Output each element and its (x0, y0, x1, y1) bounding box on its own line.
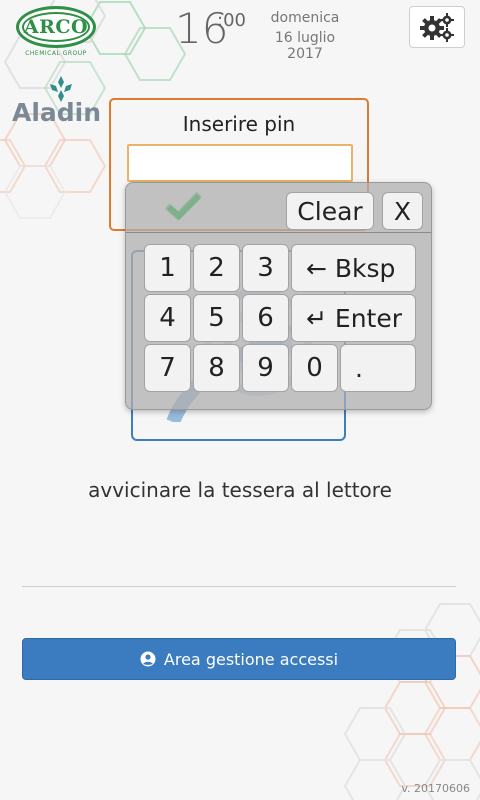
key-9[interactable]: 9 (242, 344, 289, 392)
key-3[interactable]: 3 (242, 244, 289, 292)
keyboard-header: Clear X (126, 183, 431, 233)
reader-instruction: avvicinare la tessera al lettore (88, 478, 392, 502)
key-7[interactable]: 7 (144, 344, 191, 392)
clear-button[interactable]: Clear (286, 192, 374, 230)
backspace-key[interactable]: ← Bksp (291, 244, 416, 292)
access-management-label: Area gestione accessi (163, 649, 339, 669)
gears-icon (420, 13, 454, 42)
aladin-logo: Aladin (12, 76, 112, 136)
pin-input[interactable] (127, 144, 353, 182)
arco-logo-text: ARCO (23, 16, 89, 38)
key-5[interactable]: 5 (193, 294, 240, 342)
aladin-logo-text: Aladin (12, 98, 102, 127)
clock-minutes: :00 (217, 10, 246, 31)
key-4[interactable]: 4 (144, 294, 191, 342)
key-decimal[interactable]: . (340, 344, 416, 392)
clock-date: 16 luglio 2017 (274, 30, 336, 62)
pin-dialog-title: Inserire pin (182, 112, 296, 136)
key-2[interactable]: 2 (193, 244, 240, 292)
arco-logo-subtitle: CHEMICAL GROUP (25, 50, 87, 57)
key-8[interactable]: 8 (193, 344, 240, 392)
enter-key[interactable]: ↵ Enter (291, 294, 416, 342)
arco-logo: ARCO CHEMICAL GROUP (16, 6, 96, 58)
settings-button[interactable] (409, 6, 465, 48)
divider (22, 586, 456, 587)
key-6[interactable]: 6 (242, 294, 289, 342)
close-keyboard-button[interactable]: X (382, 192, 423, 230)
clock-day-name: domenica (270, 10, 340, 26)
check-icon (166, 193, 202, 221)
version-label: v. 20170606 (401, 782, 470, 795)
numeric-keyboard: Clear X 1 2 3 ← Bksp 4 5 6 ↵ Enter 7 8 9… (125, 182, 432, 410)
user-circle-icon (140, 651, 156, 667)
key-1[interactable]: 1 (144, 244, 191, 292)
key-0[interactable]: 0 (291, 344, 338, 392)
access-management-button[interactable]: Area gestione accessi (22, 638, 456, 680)
